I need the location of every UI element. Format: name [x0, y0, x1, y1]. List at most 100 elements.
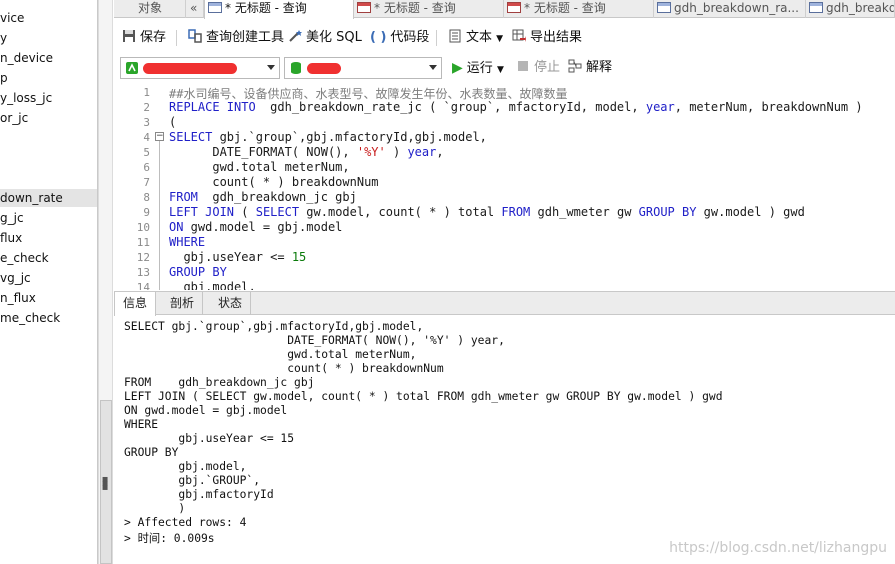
- tab-query-1[interactable]: * 无标题 - 查询: [204, 0, 354, 19]
- info-line: gwd.total meterNum,: [124, 348, 417, 361]
- sidebar-item[interactable]: or_jc: [0, 109, 28, 127]
- line-number: 5: [143, 146, 150, 159]
- info-line: WHERE: [124, 418, 159, 431]
- sql-comment: ##水司编号、设备供应商、水表型号、故障发生年份、水表数量、故障数量: [169, 87, 568, 101]
- toolbar-separator: [436, 30, 437, 46]
- info-line: GROUP BY: [124, 446, 179, 459]
- sidebar-item[interactable]: y_loss_jc: [0, 89, 52, 107]
- info-affected-rows: > Affected rows: 4: [124, 516, 247, 529]
- tab-profile[interactable]: 剖析: [162, 292, 204, 315]
- code-snippet-button[interactable]: ( ) 代码段: [370, 26, 429, 50]
- info-line: gbj.mfactoryId: [124, 488, 274, 501]
- code-line: count( * ) breakdownNum: [169, 175, 378, 189]
- info-line: ): [124, 502, 186, 515]
- code-line: GROUP BY: [169, 265, 227, 279]
- code-line: DATE_FORMAT( NOW(), '%Y' ) year,: [169, 145, 444, 159]
- code-line: WHERE: [169, 235, 205, 249]
- line-number: 3: [143, 116, 150, 129]
- code-line: FROM gdh_breakdown_jc gbj: [169, 190, 357, 204]
- magic-wand-icon: [289, 30, 302, 42]
- stop-button[interactable]: 停止: [518, 56, 560, 80]
- sidebar-item[interactable]: me_check: [0, 309, 60, 327]
- sidebar-item[interactable]: n_device: [0, 49, 53, 67]
- sidebar-item[interactable]: e_check: [0, 249, 49, 267]
- tab-table-breakdown-rate[interactable]: gdh_breakdown_ra...: [654, 0, 806, 18]
- info-line: DATE_FORMAT( NOW(), '%Y' ) year,: [124, 334, 505, 347]
- code-line: REPLACE INTO gdh_breakdown_rate_jc ( `gr…: [169, 100, 863, 114]
- query-icon: [208, 2, 222, 13]
- stop-icon: [518, 61, 528, 71]
- code-line: gbj.useYear <= 15: [169, 250, 306, 264]
- sql-text: gbj.model,: [169, 280, 256, 290]
- query-builder-icon: [188, 29, 202, 43]
- info-line: ON gwd.model = gbj.model: [124, 404, 288, 417]
- info-line: gbj.model,: [124, 460, 247, 473]
- tab-query-3[interactable]: * 无标题 - 查询: [504, 0, 654, 18]
- explain-button[interactable]: 解释: [568, 56, 612, 80]
- table-icon: [809, 2, 823, 13]
- watermark: https://blog.csdn.net/lizhangpu: [669, 540, 887, 556]
- query-icon: [357, 2, 371, 13]
- sidebar-item[interactable]: n_flux: [0, 289, 36, 307]
- text-mode-button[interactable]: 文本 ▼: [448, 26, 503, 50]
- database-select[interactable]: [284, 57, 442, 79]
- sql-text: gwd.model = gbj.model: [183, 220, 343, 234]
- tab-table-breakd[interactable]: gdh_breakd: [806, 0, 895, 18]
- save-button[interactable]: 保存: [122, 26, 166, 50]
- sql-keyword: GROUP BY: [638, 205, 697, 219]
- save-icon: [123, 30, 135, 42]
- tab-status[interactable]: 状态: [210, 292, 252, 315]
- sql-keyword: GROUP BY: [169, 265, 227, 279]
- sidebar-item[interactable]: y: [0, 29, 7, 47]
- tab-info[interactable]: 信息: [114, 292, 157, 316]
- tab-strip: 对象 « * 无标题 - 查询 * 无标题 - 查询 * 无标题 - 查询 gd…: [114, 0, 895, 19]
- sidebar-item[interactable]: p: [0, 69, 8, 87]
- info-elapsed-time: > 时间: 0.009s: [124, 532, 215, 545]
- code-line: SELECT gbj.`group`,gbj.mfactoryId,gbj.mo…: [169, 130, 487, 144]
- query-builder-button[interactable]: 查询创建工具: [188, 26, 284, 50]
- sql-text: ,: [436, 145, 444, 159]
- sidebar-item-selected[interactable]: down_rate: [0, 189, 97, 207]
- sql-text: gbj.useYear <=: [169, 250, 292, 264]
- result-tab-strip: 信息 剖析 状态: [114, 291, 895, 316]
- run-button[interactable]: ▶ 运行 ▼: [452, 56, 504, 80]
- sql-number: 15: [291, 250, 307, 264]
- tab-scroll-left-button[interactable]: «: [186, 0, 204, 18]
- sql-editor[interactable]: − 1 2 3 4 5 6 7 8 9 10 11 12 13 14 ##水司编…: [114, 84, 895, 290]
- save-label: 保存: [140, 30, 167, 45]
- line-number: 1: [143, 86, 150, 99]
- code-line: ON gwd.model = gbj.model: [169, 220, 342, 234]
- export-results-button[interactable]: 导出结果: [512, 26, 582, 50]
- run-label: 运行: [466, 61, 493, 76]
- fold-toggle-icon[interactable]: −: [155, 132, 164, 141]
- sidebar-item[interactable]: g_jc: [0, 209, 24, 227]
- tab-label: gdh_breakdown_ra...: [674, 1, 799, 15]
- beautify-sql-button[interactable]: 美化 SQL: [288, 26, 362, 50]
- sidebar-item[interactable]: vg_jc: [0, 269, 31, 287]
- sql-keyword: WHERE: [169, 235, 206, 249]
- info-line: gbj.useYear <= 15: [124, 432, 295, 445]
- info-line: LEFT JOIN ( SELECT gw.model, count( * ) …: [124, 390, 723, 403]
- dropdown-arrow-icon: ▼: [496, 34, 504, 44]
- sql-keyword: REPLACE INTO: [169, 100, 256, 114]
- line-number: 13: [136, 266, 150, 279]
- tab-objects[interactable]: 对象: [114, 0, 186, 18]
- sidebar-item[interactable]: vice: [0, 9, 24, 27]
- dropdown-arrow-icon: ▼: [496, 65, 504, 75]
- query-icon: [507, 2, 521, 13]
- line-number: 11: [136, 236, 150, 249]
- export-icon: [512, 29, 526, 42]
- export-results-label: 导出结果: [530, 30, 583, 45]
- code-line: gwd.total meterNum,: [169, 160, 349, 174]
- connection-select[interactable]: [120, 57, 280, 79]
- sql-keyword: FROM: [169, 190, 198, 204]
- info-panel: SELECT gbj.`group`,gbj.mfactoryId,gbj.mo…: [114, 316, 895, 564]
- splitter-grip-icon[interactable]: ▪ ▪ ▪: [100, 475, 110, 493]
- sql-text: gdh_breakdown_jc gbj: [197, 190, 357, 204]
- sql-text: gw.model, count( * ) total: [299, 205, 502, 219]
- sidebar-item[interactable]: flux: [0, 229, 22, 247]
- tab-query-2[interactable]: * 无标题 - 查询: [354, 0, 504, 18]
- sql-text: DATE_FORMAT( NOW(),: [169, 145, 357, 159]
- sql-text: , meterNum, breakdownNum ): [674, 100, 863, 114]
- tab-label: * 无标题 - 查询: [225, 1, 307, 15]
